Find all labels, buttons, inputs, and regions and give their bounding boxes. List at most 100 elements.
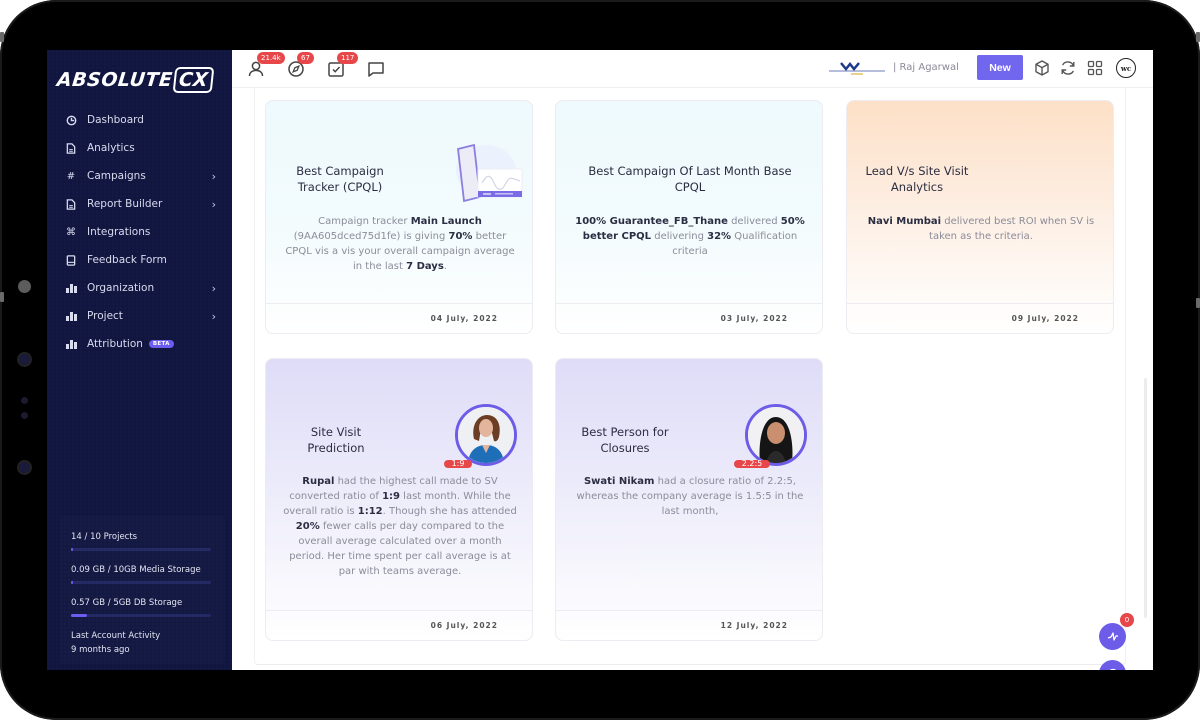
insight-card-best-person-closures[interactable]: Best Person for Closures 2.2:5 Swati Nik…	[555, 358, 823, 641]
card-date: 12 July, 2022	[720, 621, 788, 630]
person-photo-icon	[458, 407, 514, 463]
sidebar-item-label: Attribution	[87, 338, 143, 350]
sidebar-item-campaigns[interactable]: # Campaigns ›	[47, 162, 232, 190]
card-title: Site Visit Prediction	[272, 424, 400, 456]
device-camera	[19, 462, 30, 473]
sidebar-item-project[interactable]: Project ›	[47, 302, 232, 330]
scrollbar[interactable]	[1144, 378, 1147, 618]
highlight-text: 70%	[448, 231, 473, 242]
sidebar-item-report-builder[interactable]: Report Builder ›	[47, 190, 232, 218]
account-avatar[interactable]: wc	[1116, 58, 1136, 78]
apps-grid-button[interactable]	[1086, 59, 1104, 77]
card-title-line: Best Campaign Of Last Month Base	[588, 164, 792, 178]
highlight-text: 32%	[707, 231, 732, 242]
card-title-line: Best Person for	[581, 425, 669, 439]
insight-card-best-campaign-tracker[interactable]: Best Campaign Tracker (CPQL) Campaign tr…	[265, 100, 533, 334]
sidebar-item-analytics[interactable]: Analytics	[47, 134, 232, 162]
sidebar-item-dashboard[interactable]: Dashboard	[47, 106, 232, 134]
card-body: Campaign tracker Main Launch (9AA605dced…	[282, 214, 518, 274]
usage-progress-bar	[71, 614, 211, 617]
insight-card-best-campaign-last-month[interactable]: Best Campaign Of Last Month Base CPQL 10…	[555, 100, 823, 334]
body-text: . Though she has attended	[382, 506, 517, 517]
body-text: delivered	[727, 216, 781, 227]
chevron-right-icon: ›	[211, 282, 216, 295]
users-button[interactable]: 21.4k	[246, 52, 285, 79]
last-activity-label: Last Account Activity	[71, 631, 161, 641]
highlight-text: 7 Days	[406, 261, 444, 272]
sidebar-item-label: Analytics	[87, 142, 135, 154]
tasks-button[interactable]: 117	[326, 52, 359, 79]
usage-panel: 14 / 10 Projects 0.09 GB / 10GB Media St…	[60, 516, 225, 664]
logo-accent: CX	[173, 67, 215, 93]
sidebar-item-organization[interactable]: Organization ›	[47, 274, 232, 302]
body-text: Campaign tracker	[318, 216, 411, 227]
refresh-icon	[1061, 61, 1075, 75]
cube-icon	[1035, 60, 1049, 76]
insight-card-site-visit-prediction[interactable]: Site Visit Prediction 1:9 Rupal had the …	[265, 358, 533, 641]
card-title-line: Site Visit	[310, 425, 362, 439]
person-avatar	[455, 404, 517, 466]
notification-badge: 21.4k	[257, 52, 285, 64]
card-body: Navi Mumbai delivered best ROI when SV i…	[863, 214, 1099, 244]
document-icon	[65, 142, 77, 154]
card-body: Swati Nikam had a closure ratio of 2.2:5…	[572, 474, 808, 519]
usage-label: 14 / 10 Projects	[71, 532, 138, 542]
highlight-text: 100% Guarantee_FB_Thane	[575, 216, 728, 227]
highlight-text: Navi Mumbai	[867, 216, 942, 227]
chat-bubble-icon	[1108, 668, 1117, 670]
package-button[interactable]	[1033, 59, 1051, 77]
refresh-button[interactable]	[1059, 59, 1077, 77]
body-text: fewer calls per day compared to the over…	[289, 521, 511, 577]
new-button[interactable]: New	[977, 55, 1023, 80]
sidebar-item-label: Project	[87, 310, 123, 322]
tablet-icon	[65, 254, 77, 266]
command-icon: ⌘	[66, 226, 76, 238]
document-icon	[65, 198, 77, 210]
usage-projects: 14 / 10 Projects	[71, 532, 211, 551]
sidebar-item-attribution[interactable]: Attribution BETA	[47, 330, 232, 358]
sidebar-item-feedback-form[interactable]: Feedback Form	[47, 246, 232, 274]
insight-card-lead-vs-site-visit[interactable]: Lead V/s Site Visit Analytics Navi Mumba…	[846, 100, 1114, 334]
app-logo[interactable]: ABSOLUTE CX	[56, 65, 215, 95]
chart-illustration-icon	[452, 143, 524, 207]
user-name[interactable]: | Raj Agarwal	[893, 62, 959, 73]
card-body: 100% Guarantee_FB_Thane delivered 50% be…	[572, 214, 808, 259]
card-title: Best Person for Closures	[558, 424, 692, 456]
usage-label: 0.57 GB / 5GB DB Storage	[71, 598, 183, 608]
sidebar-item-label: Feedback Form	[87, 254, 167, 266]
body-text: delivered best ROI when SV is taken as t…	[929, 216, 1095, 242]
messages-button[interactable]	[366, 59, 386, 79]
chevron-right-icon: ›	[211, 310, 216, 323]
highlight-text: 1:9	[382, 491, 400, 502]
card-date: 06 July, 2022	[430, 621, 498, 630]
card-title-line: Best Campaign	[296, 164, 384, 178]
notification-badge: 117	[337, 52, 359, 64]
card-date: 04 July, 2022	[430, 314, 498, 323]
ratio-badge: 2.2:5	[734, 460, 770, 468]
hash-icon: #	[66, 170, 76, 182]
last-activity: Last Account Activity 9 months ago	[71, 629, 211, 657]
sidebar-nav: Dashboard Analytics # Campaigns › Report…	[47, 106, 232, 358]
last-activity-value: 9 months ago	[71, 645, 130, 655]
sidebar-item-integrations[interactable]: ⌘ Integrations	[47, 218, 232, 246]
sidebar-item-label: Dashboard	[87, 114, 144, 126]
explore-button[interactable]: 67	[286, 52, 314, 79]
device-sensor	[21, 412, 28, 419]
app-screen: ABSOLUTE CX Dashboard Analytics # Campai…	[47, 50, 1153, 670]
person-photo-icon	[748, 407, 804, 463]
device-sensor	[18, 280, 31, 293]
card-title: Best Campaign Of Last Month Base CPQL	[572, 163, 808, 195]
main-content: Best Campaign Tracker (CPQL) Campaign tr…	[232, 88, 1153, 670]
card-title-line: Prediction	[307, 441, 365, 455]
card-footer: 03 July, 2022	[556, 303, 822, 333]
usage-label: 0.09 GB / 10GB Media Storage	[71, 565, 201, 575]
beta-badge: BETA	[148, 340, 174, 348]
highlight-text: 1:12	[357, 506, 383, 517]
activity-fab[interactable]	[1099, 623, 1126, 650]
card-footer: 06 July, 2022	[266, 610, 532, 640]
usage-progress-fill	[71, 581, 74, 584]
body-text: (9AA605dced75d1fe) is giving	[293, 231, 449, 242]
device-camera	[19, 354, 30, 365]
highlight-text: Main Launch	[410, 216, 482, 227]
activity-badge: 0	[1120, 613, 1134, 627]
